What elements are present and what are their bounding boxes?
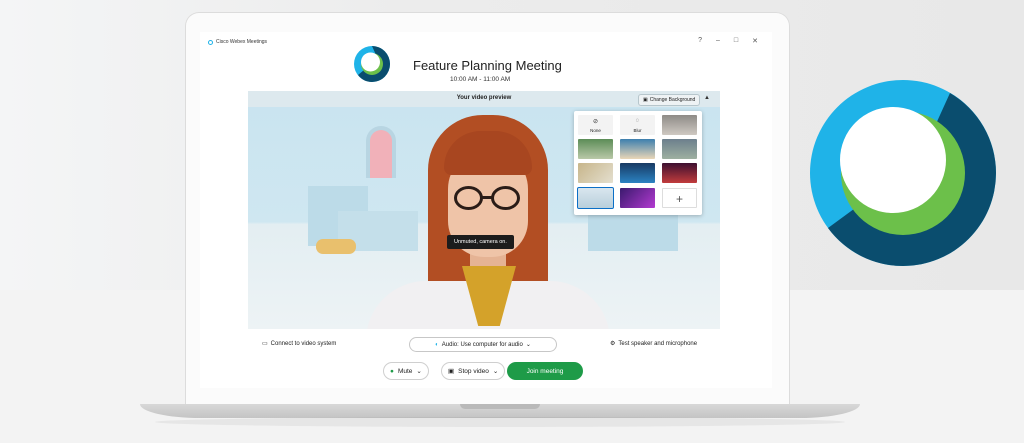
window-controls: ? – □ ✕ (698, 37, 758, 45)
mute-button[interactable]: ● Mute ⌄ (383, 362, 429, 380)
microphone-icon: ● (390, 367, 394, 375)
status-toast: Unmuted, camera on. (447, 235, 514, 249)
cast-icon: ▭ (262, 341, 268, 347)
background-thumb[interactable] (662, 115, 697, 135)
backdrop-cushion (316, 239, 356, 254)
settings-icon: ⚙ (610, 341, 616, 347)
webex-window: Cisco Webex Meetings ? – □ ✕ Feature Pla… (200, 32, 772, 388)
audio-select[interactable]: ◐ Audio: Use computer for audio ⌄ (409, 337, 557, 352)
close-icon[interactable]: ✕ (752, 37, 758, 45)
app-name: Cisco Webex Meetings (216, 39, 268, 45)
background-none[interactable]: ⊘ None (578, 115, 613, 135)
collapse-icon[interactable]: ▲ (704, 95, 710, 101)
help-icon[interactable]: ? (698, 37, 702, 45)
meeting-logo (354, 46, 390, 82)
laptop-shadow (155, 417, 845, 427)
background-thumb[interactable] (578, 139, 613, 159)
background-thumb[interactable] (662, 139, 697, 159)
background-thumb-selected[interactable] (577, 187, 614, 209)
blur-icon: ◌ (635, 118, 640, 124)
video-preview: Your video preview ▣ Change Background ▲… (248, 91, 720, 329)
background-thumb[interactable] (578, 163, 613, 183)
background-thumb[interactable] (620, 139, 655, 159)
meeting-title: Feature Planning Meeting (413, 58, 562, 73)
webex-logo-icon (208, 39, 213, 45)
change-background-button[interactable]: ▣ Change Background (638, 94, 701, 106)
connect-video-system-link[interactable]: ▭ Connect to video system (262, 340, 336, 348)
chevron-down-icon: ⌄ (525, 342, 531, 348)
change-background-label: Change Background (649, 97, 696, 103)
window-title: Cisco Webex Meetings (208, 39, 267, 45)
laptop-notch (460, 404, 540, 409)
background-blur[interactable]: ◌ Blur (620, 115, 655, 135)
background-thumb[interactable] (662, 163, 697, 183)
stop-video-button[interactable]: ▣ Stop video ⌄ (441, 362, 506, 380)
audio-icon: ◐ (435, 341, 439, 348)
background-picker: ⊘ None ◌ Blur + (574, 111, 702, 215)
none-icon: ⊘ (592, 119, 599, 125)
maximize-icon[interactable]: □ (734, 37, 738, 45)
background-thumb[interactable] (620, 163, 655, 183)
backdrop-arch (366, 126, 396, 178)
join-meeting-button[interactable]: Join meeting (507, 362, 583, 380)
audio-video-options: ▭ Connect to video system ◐ Audio: Use c… (248, 337, 720, 353)
chevron-down-icon: ⌄ (416, 368, 422, 375)
webex-logo (810, 80, 996, 266)
minimize-icon[interactable]: – (716, 37, 720, 45)
background-thumb[interactable] (620, 188, 655, 208)
plus-icon: + (675, 192, 683, 206)
person-glasses (454, 186, 524, 212)
video-camera-icon: ▣ (448, 368, 455, 375)
image-icon: ▣ (643, 97, 648, 103)
add-background-button[interactable]: + (662, 188, 697, 208)
chevron-down-icon: ⌄ (492, 368, 499, 375)
test-speaker-link[interactable]: ⚙ Test speaker and microphone (610, 340, 697, 348)
join-controls: ● Mute ⌄ ▣ Stop video ⌄ Join meeting (200, 362, 772, 380)
meeting-time: 10:00 AM - 11:00 AM (450, 76, 511, 83)
